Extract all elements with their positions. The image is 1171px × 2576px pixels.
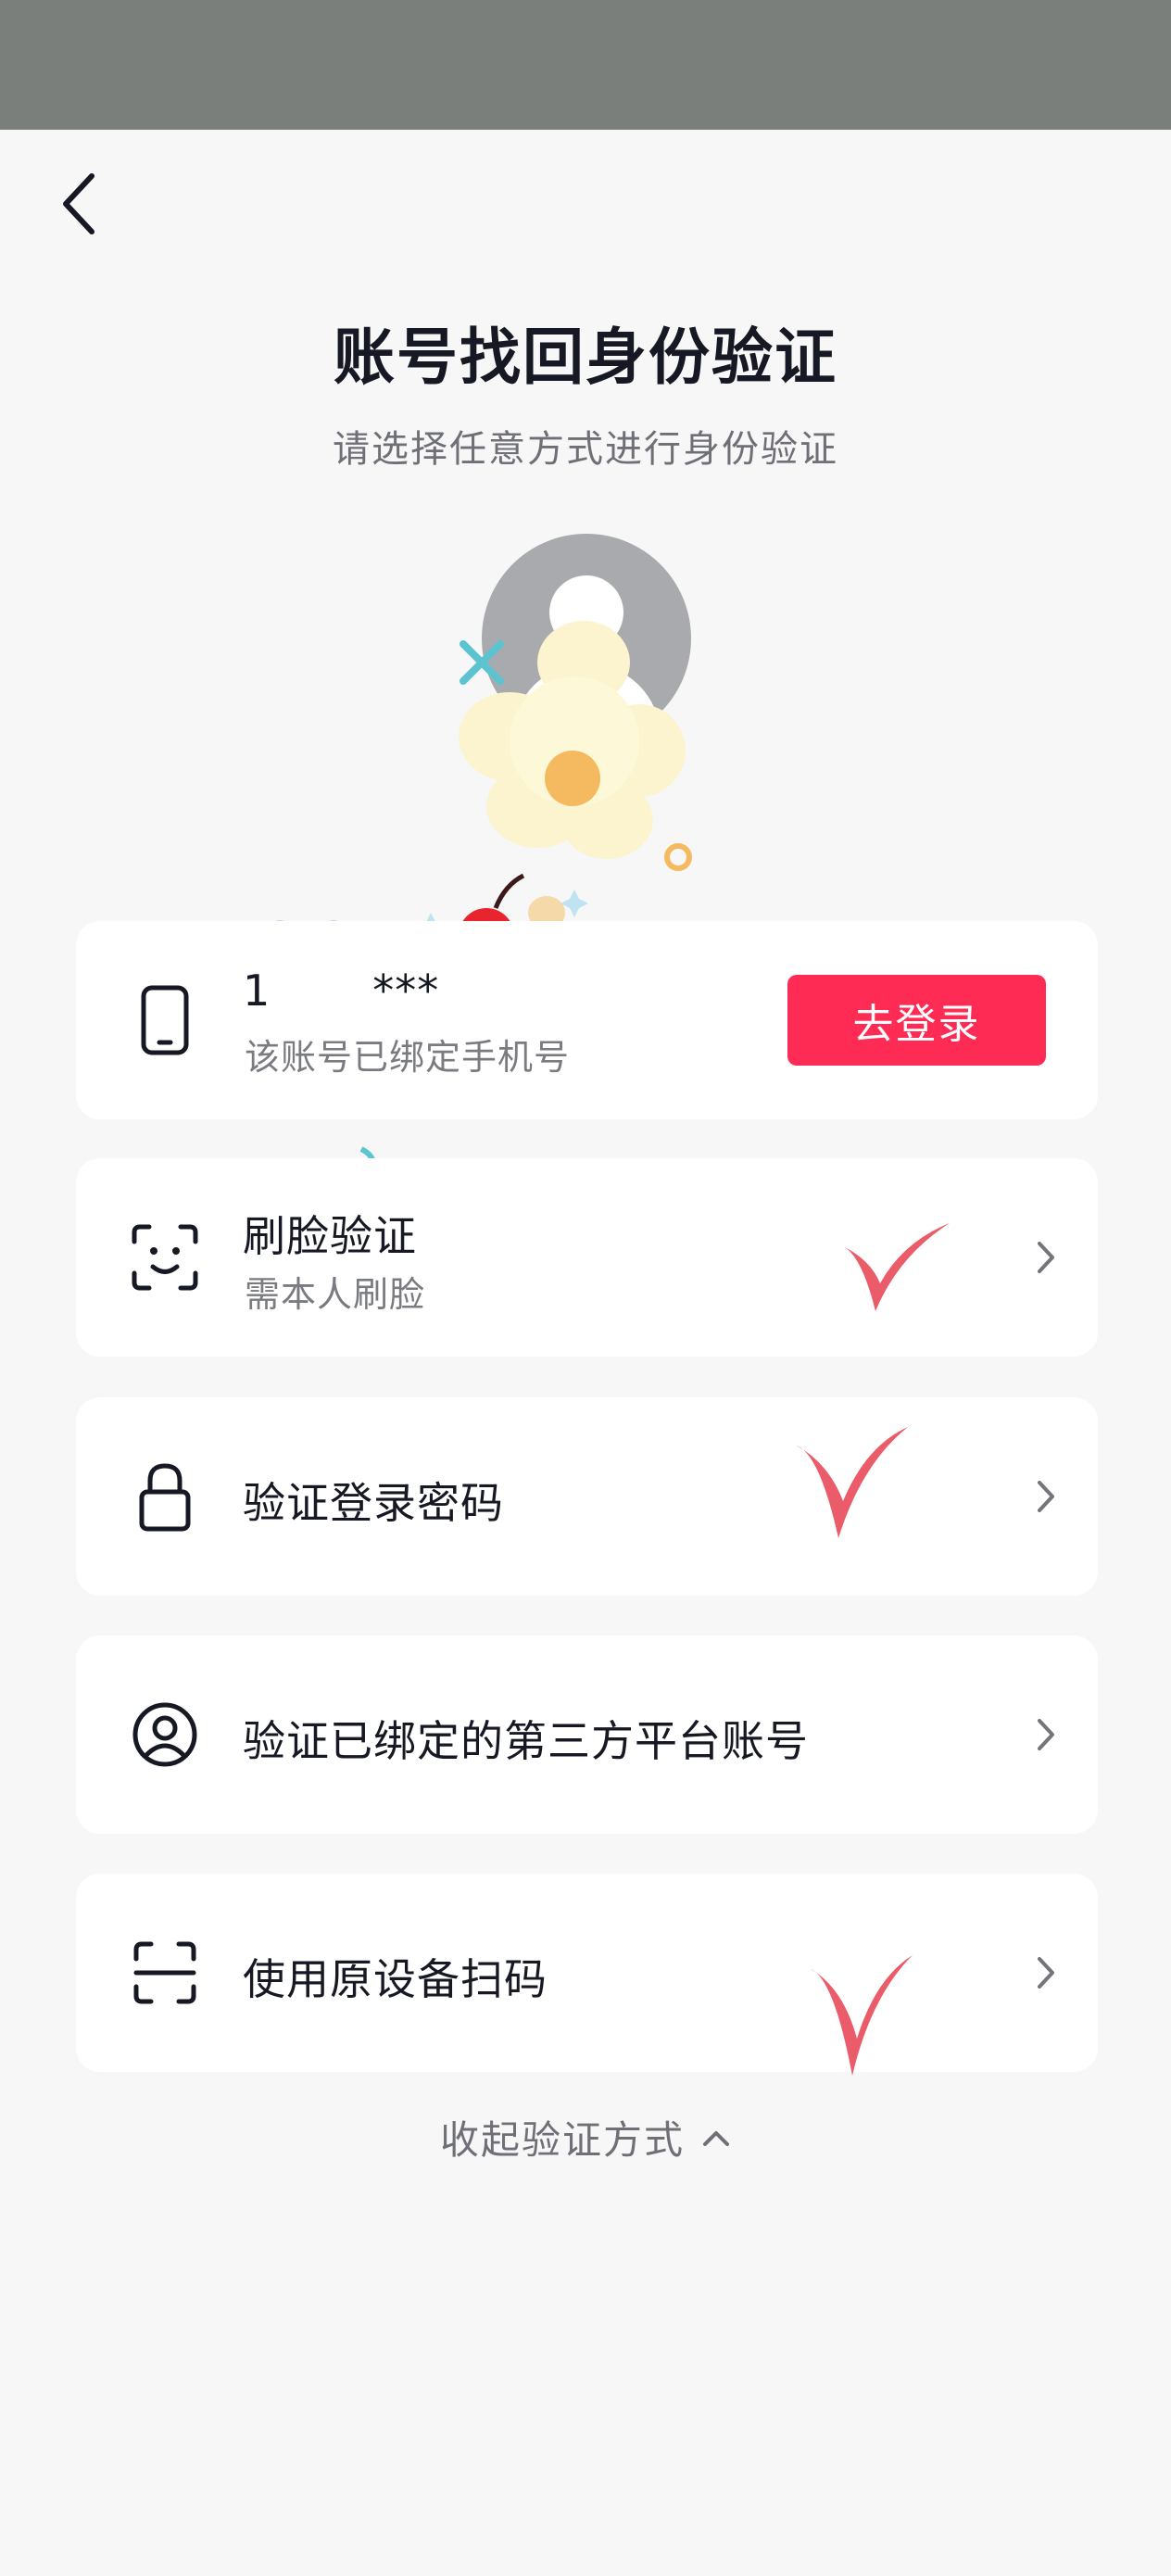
third-party-verify-label: 验证已绑定的第三方平台账号 xyxy=(243,1716,809,1766)
phone-login-card: 1 *** 该账号已绑定手机号 去登录 xyxy=(76,921,1098,1119)
face-verify-hint: 需本人刷脸 xyxy=(245,1274,426,1315)
password-verify-option[interactable]: 验证登录密码 xyxy=(76,1397,1098,1596)
password-verify-label: 验证登录密码 xyxy=(243,1478,504,1528)
flower-sticker xyxy=(459,621,692,871)
device-scan-label: 使用原设备扫码 xyxy=(243,1954,548,2004)
back-button[interactable] xyxy=(46,162,111,246)
page-title: 账号找回身份验证 xyxy=(334,322,837,393)
back-arrow-icon xyxy=(63,173,94,234)
check-mark-decoration xyxy=(797,1427,908,1538)
go-login-button[interactable]: 去登录 xyxy=(787,975,1046,1066)
third-party-verify-option[interactable]: 验证已绑定的第三方平台账号 xyxy=(76,1635,1098,1834)
phone-icon xyxy=(128,983,202,1057)
scan-icon xyxy=(128,1936,202,2010)
page-subtitle: 请选择任意方式进行身份验证 xyxy=(333,428,838,471)
face-scan-icon xyxy=(128,1220,202,1294)
user-circle-icon xyxy=(128,1698,202,1772)
chevron-up-icon xyxy=(703,2130,729,2146)
check-mark-decoration xyxy=(843,1223,950,1311)
device-scan-option[interactable]: 使用原设备扫码 xyxy=(76,1874,1098,2072)
chevron-right-icon xyxy=(1027,1473,1064,1520)
masked-phone-number: 1 *** xyxy=(243,966,440,1016)
chevron-right-icon xyxy=(1027,1950,1064,1996)
lock-icon xyxy=(128,1459,202,1534)
status-bar xyxy=(0,0,1171,130)
collapse-label: 收起验证方式 xyxy=(439,2117,685,2163)
collapse-options-button[interactable]: 收起验证方式 xyxy=(0,2109,1171,2166)
chevron-right-icon xyxy=(1027,1234,1064,1281)
phone-bound-hint: 该账号已绑定手机号 xyxy=(245,1037,571,1078)
chevron-right-icon xyxy=(1027,1711,1064,1758)
check-mark-decoration xyxy=(811,1955,913,2076)
face-verify-label: 刷脸验证 xyxy=(243,1211,417,1261)
